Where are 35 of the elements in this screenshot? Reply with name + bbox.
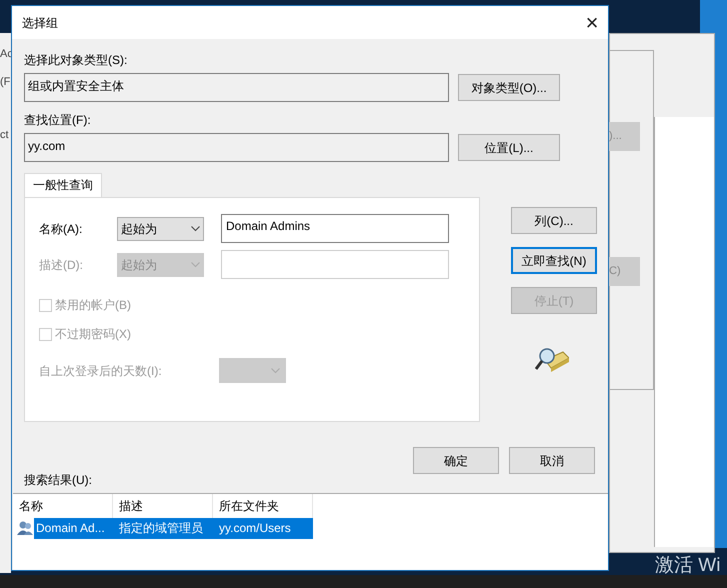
field-label: 选择此对象类型(S): [24, 52, 128, 68]
chevron-down-icon [191, 226, 200, 232]
results-label: 搜索结果(U): [24, 473, 93, 487]
button[interactable]: 立即查找(N) [511, 247, 597, 274]
close-button[interactable]: × [582, 12, 602, 34]
dropdown[interactable]: 起始为 [117, 216, 204, 240]
chevron-down-icon [191, 262, 200, 268]
table-cell-text: yy.com/Users [218, 520, 292, 537]
locations-button[interactable]: 位置(L)... [458, 134, 560, 161]
search-directory-icon [535, 346, 569, 374]
table-cell-text: Domain Ad... [35, 520, 106, 537]
table-cell-text: 指定的域管理员 [118, 520, 204, 537]
checkbox-label: 不过期密码(X) [55, 326, 131, 343]
group-icon [17, 521, 34, 536]
field-label: 描述(D): [39, 256, 84, 274]
tab[interactable]: 一般性查询 [24, 173, 102, 197]
watermark-text: 激活 Wi [655, 554, 720, 578]
field-label: 名称(A): [39, 220, 84, 238]
field-label: 查找位置(F): [24, 112, 92, 128]
text-field[interactable]: 组或内置安全主体 [24, 73, 449, 102]
checkbox-label: 禁用的帐户(B) [55, 297, 131, 314]
field-label: 自上次登录后的天数(I): [39, 362, 163, 380]
chevron-down-icon [271, 368, 280, 374]
text-field[interactable] [221, 250, 449, 279]
result-row[interactable]: Domain Ad... 指定的域管理员 yy.com/Users [34, 518, 313, 539]
dropdown[interactable] [219, 358, 286, 383]
window-title: 选择组 [22, 14, 58, 32]
object-types-button[interactable]: 对象类型(O)... [458, 74, 560, 101]
ok-button[interactable]: 确定 [413, 447, 499, 474]
cancel-button[interactable]: 取消 [509, 447, 595, 474]
text-field[interactable]: yy.com [24, 133, 449, 162]
background-window-text: ct [0, 128, 9, 142]
button[interactable]: 列(C)... [511, 207, 597, 234]
text-field[interactable]: Domain Admins [221, 214, 449, 243]
background-window-text: (F [0, 75, 10, 89]
